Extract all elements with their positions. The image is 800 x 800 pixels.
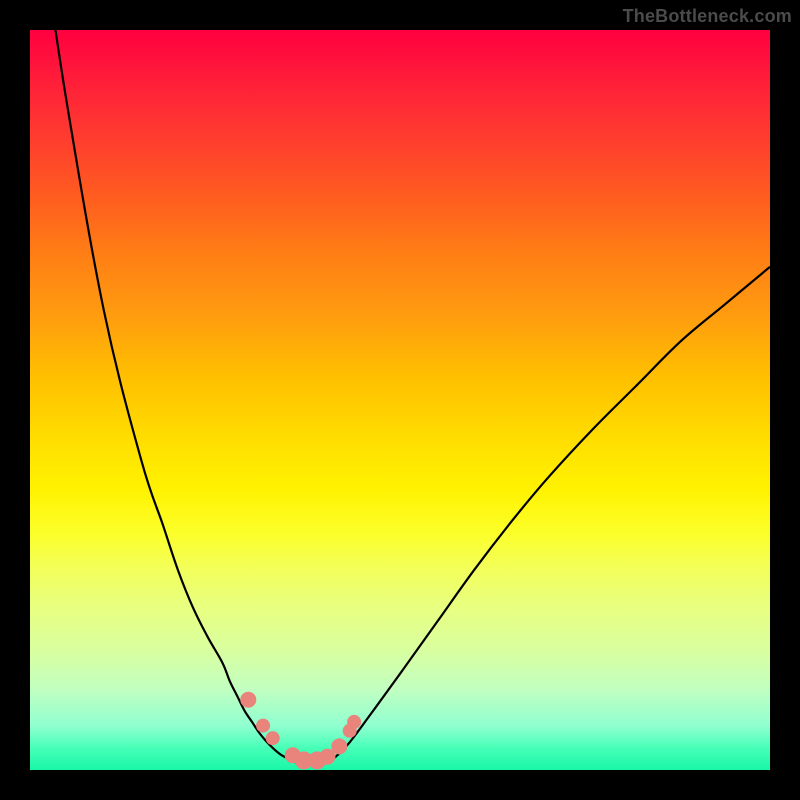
chart-svg (30, 30, 770, 770)
data-marker (331, 738, 347, 754)
chart-frame: TheBottleneck.com (0, 0, 800, 800)
data-marker (347, 715, 361, 729)
data-marker (256, 719, 270, 733)
attribution-label: TheBottleneck.com (623, 6, 792, 27)
data-marker (266, 731, 280, 745)
plot-area (30, 30, 770, 770)
bottleneck-curve (45, 30, 770, 764)
data-marker (240, 692, 256, 708)
